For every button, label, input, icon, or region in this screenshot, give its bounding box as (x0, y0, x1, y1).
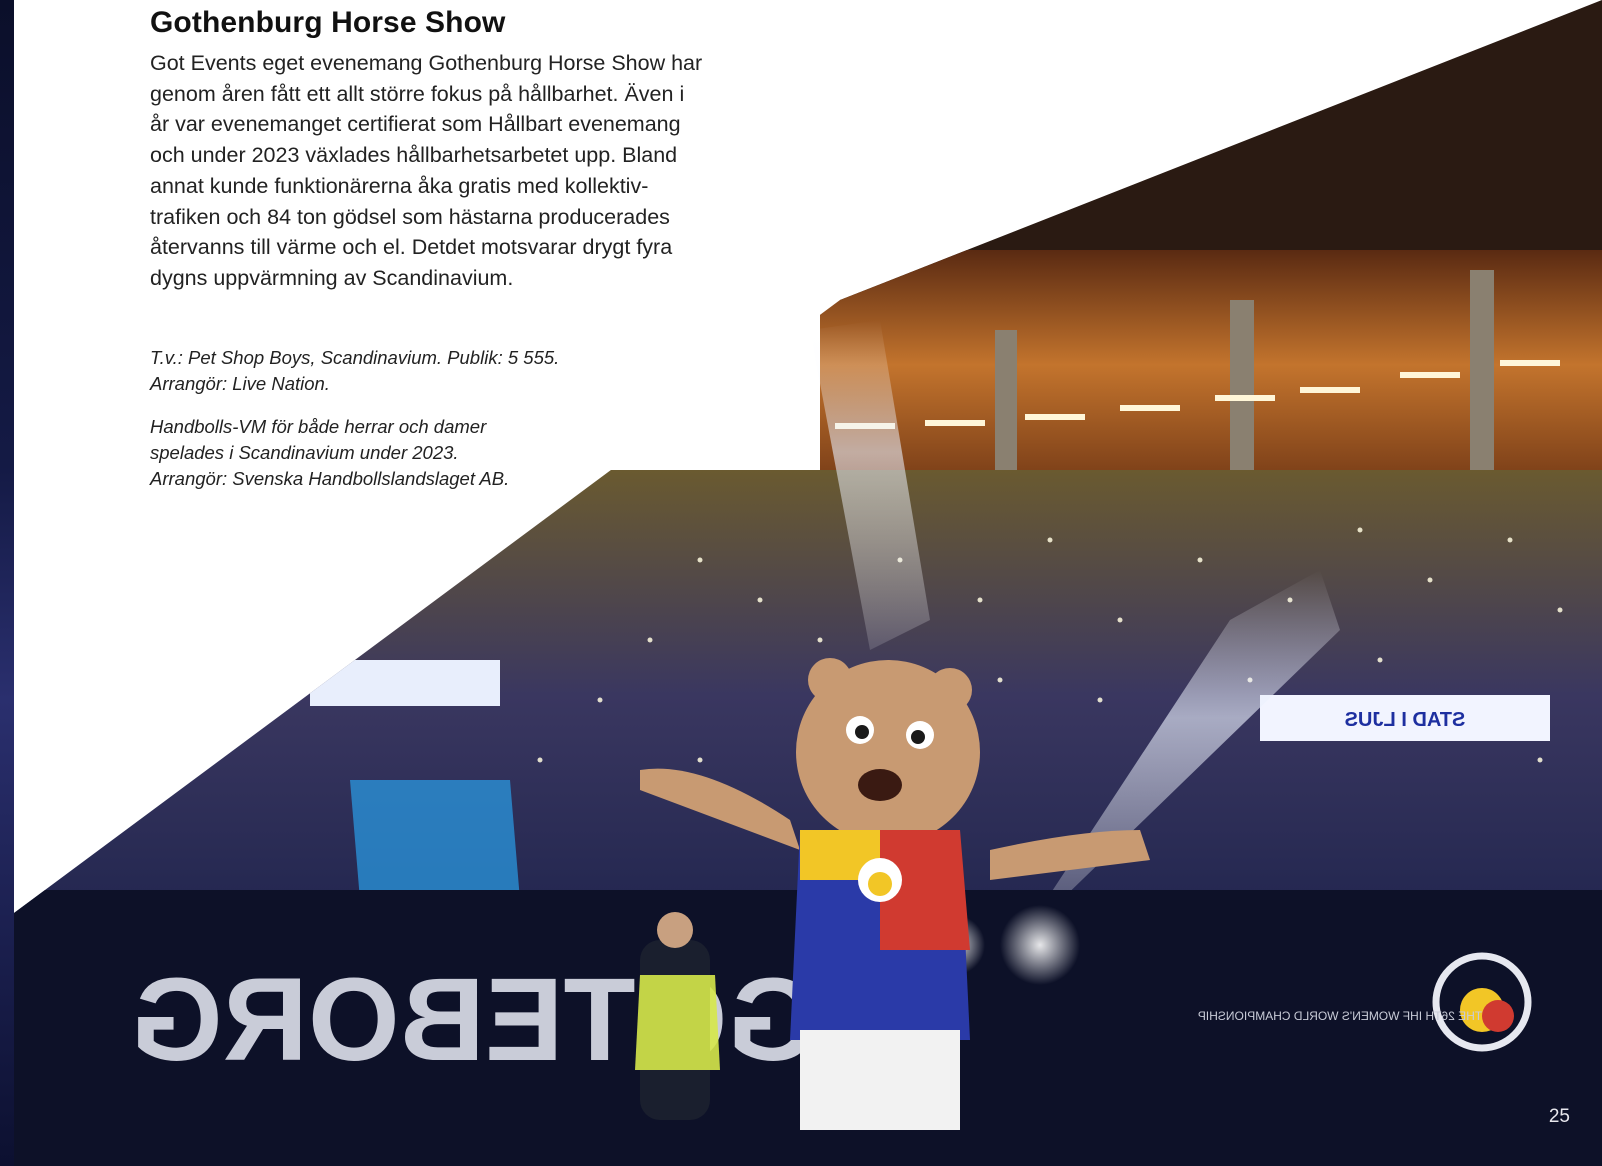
section-body: Got Events eget evenemang Gothenburg Hor… (150, 51, 703, 290)
caption-pet-shop-boys: T.v.: Pet Shop Boys, Scandinavium. Publi… (150, 347, 560, 394)
page-number: 25 (1548, 1106, 1570, 1127)
caption-handbolls-vm: Handbolls-VM för både herrar och damer s… (150, 416, 510, 489)
ihf-banner-text: THE 26TH IHF WOMEN'S WORLD CHAMPIONSHIP (1198, 1009, 1482, 1023)
section-title: Gothenburg Horse Show (150, 6, 506, 39)
stad-sign-text: STAD I LJUS (1345, 709, 1466, 731)
text-column: Gothenburg Horse Show Got Events eget ev… (150, 4, 780, 294)
